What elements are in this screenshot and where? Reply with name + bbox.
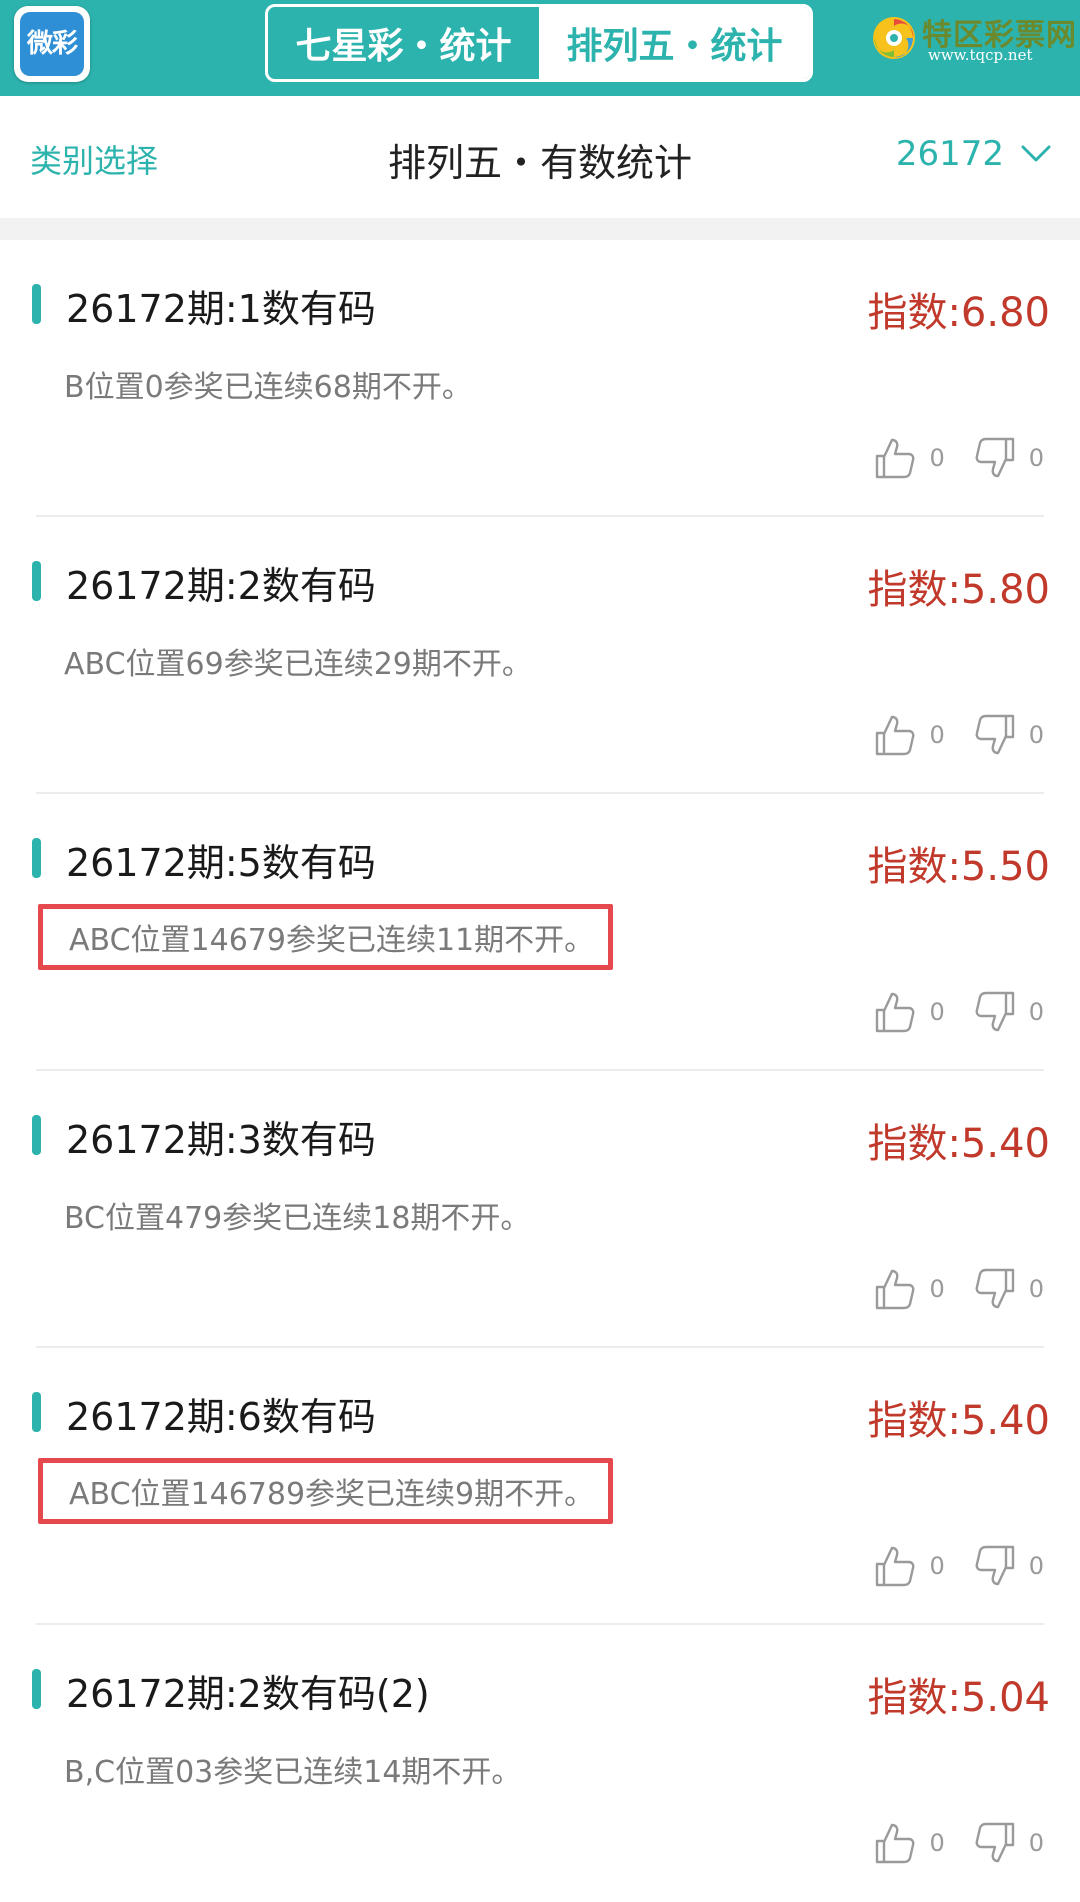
top-bar: 微彩 七星彩・统计 排列五・统计 特区彩票网 www.tqcp.net xyxy=(0,0,1080,96)
chevron-down-icon xyxy=(1021,145,1051,162)
item-index: 指数:5.50 xyxy=(867,844,1050,890)
accent-bar xyxy=(32,561,41,601)
thumbs-up-icon xyxy=(876,715,915,756)
item-description: B位置0参奖已连续68期不开。 xyxy=(64,370,472,405)
list-item: 26172期:5数有码 指数:5.50 ABC位置14679参奖已连续11期不开… xyxy=(0,794,1080,1071)
item-index: 指数:5.80 xyxy=(867,567,1050,613)
vote-bar: 0 0 xyxy=(873,1821,1044,1865)
dislike-button[interactable]: 0 xyxy=(973,990,1044,1034)
list-item: 26172期:2数有码 指数:5.80 ABC位置69参奖已连续29期不开。 0… xyxy=(0,517,1080,794)
vote-bar: 0 0 xyxy=(873,713,1044,757)
accent-bar xyxy=(32,284,41,324)
like-button[interactable]: 0 xyxy=(873,1267,945,1311)
item-description-highlighted: ABC位置14679参奖已连续11期不开。 xyxy=(38,904,614,970)
thumbs-down-icon xyxy=(975,1545,1014,1586)
like-count: 0 xyxy=(929,998,945,1026)
item-index: 指数:6.80 xyxy=(867,290,1050,336)
stats-list: 26172期:1数有码 指数:6.80 B位置0参奖已连续68期不开。 0 0 … xyxy=(0,240,1080,1902)
dislike-count: 0 xyxy=(1028,998,1044,1026)
item-index: 指数:5.40 xyxy=(867,1398,1050,1444)
brand-url: www.tqcp.net xyxy=(928,46,1033,64)
lottery-type-switch: 七星彩・统计 排列五・统计 xyxy=(265,4,813,82)
item-description: ABC位置69参奖已连续29期不开。 xyxy=(64,647,532,682)
list-item: 26172期:2数有码(2) 指数:5.04 B,C位置03参奖已连续14期不开… xyxy=(0,1625,1080,1902)
like-count: 0 xyxy=(929,444,945,472)
thumbs-up-icon xyxy=(876,1546,915,1587)
like-button[interactable]: 0 xyxy=(873,1821,945,1865)
list-item: 26172期:3数有码 指数:5.40 BC位置479参奖已连续18期不开。 0… xyxy=(0,1071,1080,1348)
list-item: 26172期:6数有码 指数:5.40 ABC位置146789参奖已连续9期不开… xyxy=(0,1348,1080,1625)
dislike-button[interactable]: 0 xyxy=(973,1544,1044,1588)
dislike-button[interactable]: 0 xyxy=(973,436,1044,480)
brand-logo: 特区彩票网 www.tqcp.net xyxy=(870,8,1076,72)
app-logo[interactable]: 微彩 xyxy=(14,6,90,82)
item-title: 26172期:5数有码 xyxy=(66,841,376,885)
dislike-count: 0 xyxy=(1028,1552,1044,1580)
like-count: 0 xyxy=(929,1552,945,1580)
thumbs-up-icon xyxy=(876,992,915,1033)
tab-qixingcai[interactable]: 七星彩・统计 xyxy=(268,7,539,79)
accent-bar xyxy=(32,838,41,878)
vote-bar: 0 0 xyxy=(873,436,1044,480)
item-title: 26172期:1数有码 xyxy=(66,287,376,331)
dislike-button[interactable]: 0 xyxy=(973,1267,1044,1311)
tab-pailiewu[interactable]: 排列五・统计 xyxy=(539,7,810,79)
vote-bar: 0 0 xyxy=(873,990,1044,1034)
item-index: 指数:5.40 xyxy=(867,1121,1050,1167)
item-title: 26172期:2数有码(2) xyxy=(66,1672,430,1716)
dislike-count: 0 xyxy=(1028,444,1044,472)
accent-bar xyxy=(32,1115,41,1155)
dislike-button[interactable]: 0 xyxy=(973,713,1044,757)
like-count: 0 xyxy=(929,1275,945,1303)
thumbs-down-icon xyxy=(975,714,1014,755)
sub-header: 类别选择 排列五・有数统计 26172 xyxy=(0,96,1080,218)
item-title: 26172期:3数有码 xyxy=(66,1118,376,1162)
thumbs-down-icon xyxy=(975,437,1014,478)
thumbs-down-icon xyxy=(975,1822,1014,1863)
app-logo-text: 微彩 xyxy=(20,12,84,76)
item-title: 26172期:2数有码 xyxy=(66,564,376,608)
section-divider xyxy=(0,218,1080,240)
thumbs-down-icon xyxy=(975,1268,1014,1309)
dislike-count: 0 xyxy=(1028,721,1044,749)
like-button[interactable]: 0 xyxy=(873,1544,945,1588)
dislike-button[interactable]: 0 xyxy=(973,1821,1044,1865)
accent-bar xyxy=(32,1392,41,1432)
item-description-highlighted: ABC位置146789参奖已连续9期不开。 xyxy=(38,1458,614,1524)
like-button[interactable]: 0 xyxy=(873,990,945,1034)
thumbs-up-icon xyxy=(876,1823,915,1864)
issue-number: 26172 xyxy=(895,134,1004,174)
thumbs-down-icon xyxy=(975,991,1014,1032)
like-count: 0 xyxy=(929,721,945,749)
item-description: B,C位置03参奖已连续14期不开。 xyxy=(64,1755,522,1790)
issue-dropdown[interactable]: 26172 xyxy=(896,134,1052,174)
dislike-count: 0 xyxy=(1028,1275,1044,1303)
swirl-logo-icon xyxy=(873,17,915,59)
item-index: 指数:5.04 xyxy=(867,1675,1050,1721)
item-title: 26172期:6数有码 xyxy=(66,1395,376,1439)
item-description: BC位置479参奖已连续18期不开。 xyxy=(64,1201,531,1236)
thumbs-up-icon xyxy=(876,1269,915,1310)
like-button[interactable]: 0 xyxy=(873,713,945,757)
dislike-count: 0 xyxy=(1028,1829,1044,1857)
like-count: 0 xyxy=(929,1829,945,1857)
thumbs-up-icon xyxy=(876,438,915,479)
like-button[interactable]: 0 xyxy=(873,436,945,480)
vote-bar: 0 0 xyxy=(873,1544,1044,1588)
list-item: 26172期:1数有码 指数:6.80 B位置0参奖已连续68期不开。 0 0 xyxy=(0,240,1080,517)
accent-bar xyxy=(32,1669,41,1709)
vote-bar: 0 0 xyxy=(873,1267,1044,1311)
